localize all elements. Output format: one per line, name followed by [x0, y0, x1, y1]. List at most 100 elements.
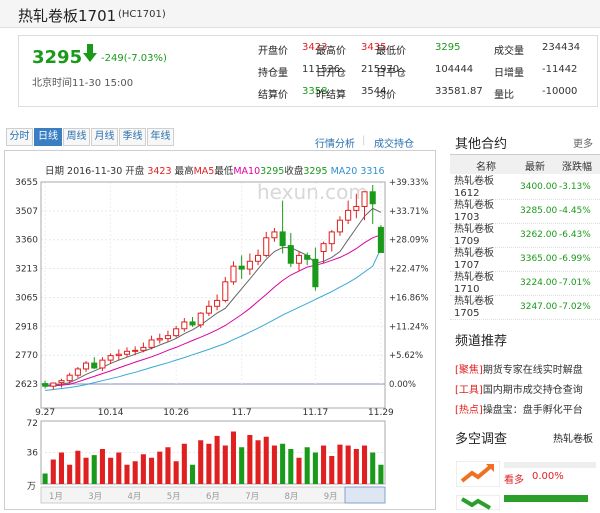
- contract-name[interactable]: 热轧卷板 1705: [454, 296, 494, 320]
- contract-row[interactable]: 热轧卷板 1709 3262.00 -6.43%: [450, 224, 600, 248]
- positions-link[interactable]: 成交持仓: [374, 135, 414, 150]
- contract-change: -6.99%: [559, 254, 591, 264]
- volume-bar: [58, 452, 65, 484]
- chart-info-part: MA20: [331, 166, 358, 177]
- x-tick-label: 9.27: [35, 408, 55, 418]
- contract-name[interactable]: 热轧卷板 1707: [454, 248, 494, 272]
- volume-bar: [173, 461, 179, 484]
- link-separator: |: [362, 135, 366, 146]
- x-tick-label: 10.14: [98, 408, 124, 418]
- quote-value: 234434: [542, 42, 581, 53]
- quote-time: 北京时间11-30 15:00: [32, 78, 134, 89]
- volume-bar: [263, 436, 269, 484]
- recommend-title: 频道推荐: [455, 334, 508, 349]
- vol-unit-label: 万: [27, 482, 36, 492]
- volume-bar: [304, 447, 310, 484]
- pct-tick-label: +33.71%: [389, 207, 429, 217]
- contract-row[interactable]: 热轧卷板 1707 3365.00 -6.99%: [450, 248, 600, 272]
- contract-price: 3400.00: [520, 182, 558, 192]
- quote-value: -11442: [542, 64, 578, 75]
- contract-name[interactable]: 热轧卷板 1709: [454, 224, 494, 248]
- x-tick-label: 11.7: [232, 408, 252, 418]
- contract-name[interactable]: 热轧卷板 1710: [454, 272, 494, 296]
- candle-body: [99, 359, 106, 369]
- contract-name[interactable]: 热轧卷板 1703: [454, 200, 494, 224]
- tab-weekly[interactable]: 周线: [63, 128, 90, 146]
- candle-body: [361, 191, 368, 207]
- y-tick-label: 2918: [15, 322, 38, 332]
- price-change: -249(-7.03%): [101, 53, 167, 64]
- candle-body: [287, 245, 294, 264]
- quote-label: 持仓量: [258, 68, 288, 79]
- contract-name[interactable]: 热轧卷板 1612: [454, 176, 494, 200]
- quote-value: 3295: [435, 42, 461, 53]
- x-tick-label: 11.17: [302, 408, 328, 418]
- candle-body: [238, 265, 245, 270]
- volume-bar: [288, 449, 294, 484]
- candle-body: [91, 362, 98, 369]
- bull-label: 看多: [504, 475, 524, 486]
- candle-body: [255, 254, 262, 262]
- y-tick-label: 3065: [15, 293, 38, 303]
- recommend-item[interactable]: [热点]操盘宝：盘手孵化平台: [455, 401, 583, 416]
- navigator-label: 8月: [285, 492, 299, 502]
- recommend-item[interactable]: [聚焦]期货专家在线实时解盘: [455, 361, 583, 376]
- pct-tick-label: +28.09%: [389, 236, 429, 246]
- tab-yearly[interactable]: 年线: [147, 128, 174, 146]
- contract-row[interactable]: 热轧卷板 1703 3285.00 -4.45%: [450, 200, 600, 224]
- recommend-item[interactable]: [工具]国内期市成交持仓查询: [455, 381, 583, 396]
- volume-bar: [329, 456, 335, 484]
- contract-row[interactable]: 热轧卷板 1710 3224.00 -7.01%: [450, 272, 600, 296]
- recommend-text[interactable]: 操盘宝：盘手孵化平台: [483, 405, 583, 416]
- col-latest: 最新: [525, 162, 545, 173]
- candle-body: [132, 349, 139, 352]
- candle-body: [115, 353, 122, 357]
- quote-label: 最低价: [376, 46, 406, 57]
- tab-daily[interactable]: 日线: [34, 128, 62, 146]
- navigator-handle[interactable]: [344, 486, 386, 504]
- volume-bar: [108, 457, 114, 484]
- recommend-text[interactable]: 期货专家在线实时解盘: [483, 365, 583, 376]
- volume-bar: [149, 457, 155, 484]
- candle-body: [123, 350, 131, 355]
- chart-info-part: 3423: [147, 166, 171, 177]
- chart-info-part: 3295: [303, 166, 327, 177]
- y-tick-label: 3655: [15, 178, 38, 188]
- col-change: 涨跌幅: [562, 162, 592, 173]
- contract-row[interactable]: 热轧卷板 1705 3247.00 -7.02%: [450, 296, 600, 320]
- col-name: 名称: [476, 162, 496, 173]
- contract-change: -7.01%: [559, 278, 591, 288]
- bull-icon[interactable]: [455, 460, 501, 490]
- volume-bar: [91, 455, 97, 484]
- market-analysis-link[interactable]: 行情分析: [315, 135, 355, 150]
- y-tick-label: 3507: [15, 207, 38, 217]
- candle-body: [66, 374, 73, 382]
- kline-chart[interactable]: 日期 2016-11-30 开盘 3423 最高MA5最低MA103295收盘3…: [5, 151, 437, 511]
- quote-label: 日平仓: [376, 68, 406, 79]
- tab-intraday[interactable]: 分时: [6, 128, 33, 146]
- bear-icon[interactable]: [455, 494, 501, 513]
- candle-body: [189, 321, 196, 326]
- more-link[interactable]: 更多: [573, 135, 593, 150]
- volume-bar: [230, 431, 237, 484]
- candle-body: [295, 254, 303, 264]
- contract-row[interactable]: 热轧卷板 1612 3400.00 -3.13%: [450, 176, 600, 200]
- recommend-tag: [聚焦]: [455, 365, 483, 376]
- contract-change: -4.45%: [559, 206, 591, 216]
- bull-percent: 0.00%: [532, 471, 564, 482]
- candle-body: [345, 209, 352, 221]
- quote-label: 结算价: [258, 90, 288, 101]
- tab-monthly[interactable]: 月线: [91, 128, 118, 146]
- volume-bar: [222, 445, 228, 484]
- contract-change: -3.13%: [559, 182, 591, 192]
- bull-bar: [504, 462, 596, 468]
- down-arrow-icon: [83, 44, 97, 65]
- candle-body: [263, 237, 270, 256]
- recommend-text[interactable]: 国内期市成交持仓查询: [483, 385, 583, 396]
- recommend-tag: [工具]: [455, 385, 483, 396]
- pct-tick-label: +11.24%: [389, 322, 429, 332]
- tab-quarterly[interactable]: 季线: [119, 128, 146, 146]
- quote-label: 最高价: [316, 46, 346, 57]
- contract-change: -6.43%: [559, 230, 591, 240]
- quote-value: 104444: [435, 64, 474, 75]
